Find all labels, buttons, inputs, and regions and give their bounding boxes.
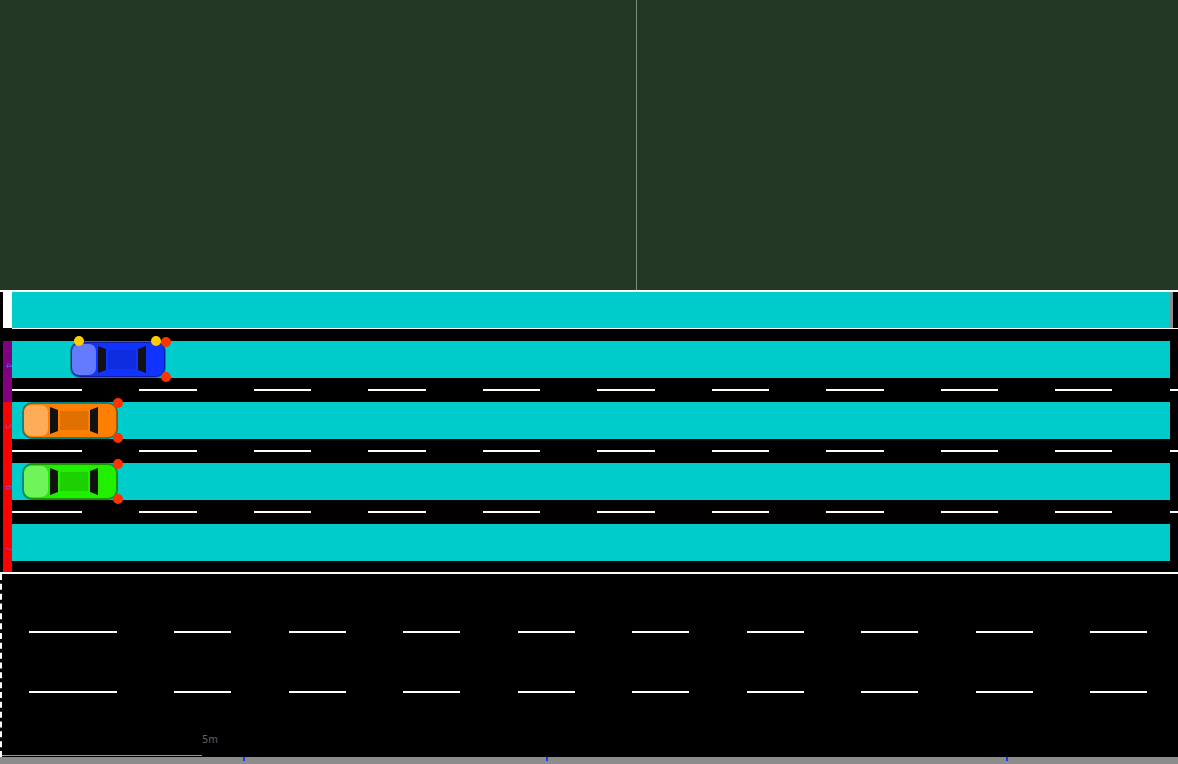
- lane: 7: [0, 524, 1178, 572]
- simulation-view: 4 5 6 7 5m: [0, 0, 1178, 764]
- lane-dashes: [12, 511, 1178, 513]
- lane-label: 5: [3, 424, 12, 429]
- lane-label: 4: [3, 363, 12, 368]
- lane-dashes: [2, 631, 1178, 633]
- grass-area: [0, 0, 1178, 290]
- tick-mark: [243, 757, 245, 761]
- road: 4 5 6 7: [0, 290, 1178, 574]
- lane-dashes: [12, 389, 1178, 391]
- scale-label: 5m: [202, 734, 218, 746]
- lane: 4: [0, 341, 1178, 402]
- tick-mark: [546, 757, 548, 761]
- grass-right: [637, 0, 1178, 290]
- lane-dashes: [12, 450, 1178, 452]
- scale-line: [2, 755, 202, 756]
- lane-gap: [2, 631, 1178, 633]
- lane-marker: 5: [3, 402, 12, 463]
- lane: 6: [0, 463, 1178, 524]
- car-icon: [22, 402, 118, 439]
- lane: [0, 292, 1178, 328]
- lane-dashes: [2, 691, 1178, 693]
- lane-marker: 7: [3, 524, 12, 572]
- car-icon: [22, 463, 118, 500]
- lane-gap: [12, 561, 1178, 572]
- lane-gap: [12, 378, 1178, 402]
- lane-edge: [12, 328, 1178, 329]
- lane-gap: [12, 439, 1178, 463]
- lane-label: 7: [3, 546, 12, 551]
- lane-gap: [2, 691, 1178, 693]
- lane-gap: [12, 500, 1178, 524]
- lane-band: [12, 463, 1170, 500]
- lane-band: [12, 402, 1170, 439]
- lane-marker: 6: [3, 463, 12, 524]
- opposite-road: 5m: [0, 574, 1178, 757]
- lane: 5: [0, 402, 1178, 463]
- lane-band: [12, 292, 1173, 328]
- status-strip: [0, 757, 1178, 764]
- lane-label: 6: [3, 485, 12, 490]
- scale-bar: 5m: [2, 734, 1178, 757]
- car-icon: [70, 341, 166, 378]
- lane-band: [12, 341, 1170, 378]
- lane-band: [12, 524, 1170, 561]
- lane-marker: [3, 292, 12, 328]
- grass-left: [0, 0, 637, 290]
- lane-marker: 4: [3, 341, 12, 402]
- tick-mark: [1006, 757, 1008, 761]
